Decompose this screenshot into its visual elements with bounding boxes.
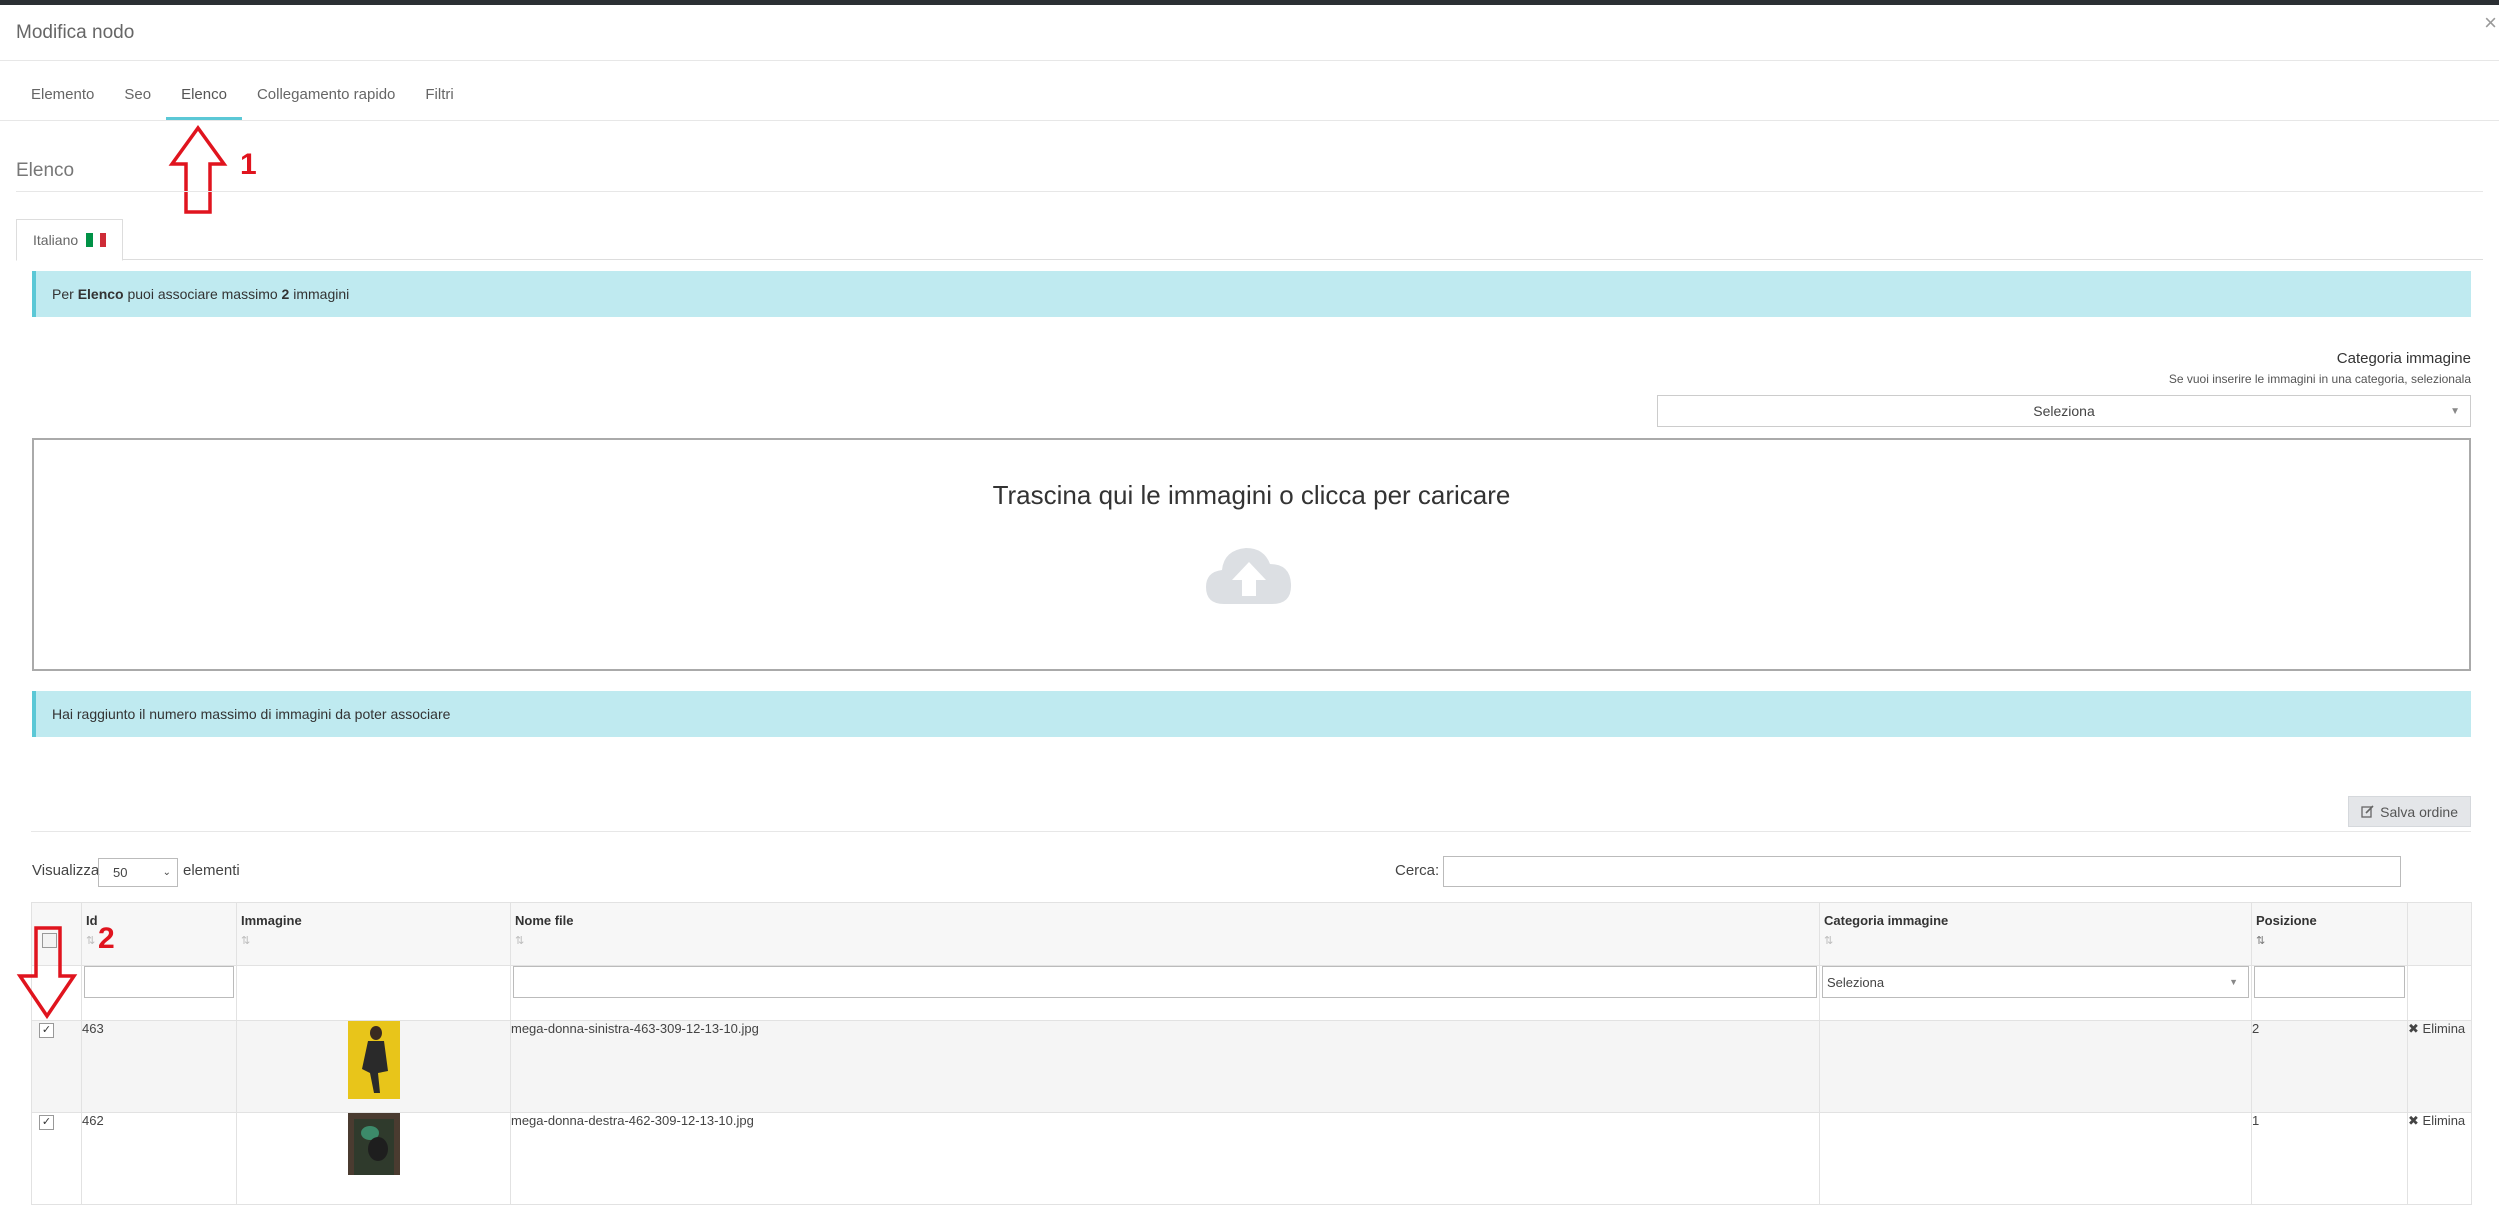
sort-icon: ⇅: [1824, 935, 1834, 947]
sort-asc-icon: ⇅: [2256, 935, 2266, 947]
page-size-value: 50: [113, 865, 128, 880]
upload-dropzone[interactable]: Trascina qui le immagini o clicca per ca…: [32, 438, 2471, 671]
alert-suffix: immagini: [289, 286, 350, 302]
filter-position-input[interactable]: [2254, 966, 2405, 998]
delete-button[interactable]: ✖ Elimina: [2408, 1113, 2465, 1128]
annotation-arrow-down-icon: [16, 926, 78, 1020]
lang-tabs-baseline: [16, 259, 2483, 260]
tab-elemento[interactable]: Elemento: [16, 60, 109, 120]
elements-label: elementi: [183, 862, 240, 879]
filter-filename-input[interactable]: [513, 966, 1817, 998]
filter-category-value: Seleziona: [1827, 974, 1885, 990]
image-thumbnail[interactable]: [347, 1021, 400, 1099]
column-label-categoria: Categoria immagine: [1824, 913, 1949, 928]
save-order-label: Salva ordine: [2380, 803, 2458, 820]
filter-cell: [2251, 965, 2408, 1021]
category-help-text: Se vuoi inserire le immagini in una cate…: [2168, 372, 2471, 386]
image-thumbnail[interactable]: [347, 1113, 400, 1175]
caret-down-icon: ▼: [2229, 977, 2238, 987]
edit-icon: [2361, 805, 2374, 818]
column-label-immagine: Immagine: [241, 913, 302, 928]
cell-category: [1819, 1020, 2252, 1113]
save-order-button[interactable]: Salva ordine: [2348, 796, 2471, 827]
images-table: Id ⇅ Immagine ⇅ Nome file ⇅ Categoria im…: [31, 902, 2472, 1205]
divider: [16, 191, 2483, 192]
alert-prefix: Per: [52, 286, 78, 302]
actions-header: [2407, 902, 2472, 966]
page-size-select[interactable]: 50 ⌄: [98, 858, 178, 887]
language-label: Italiano: [33, 232, 79, 248]
table-row[interactable]: ✓ 463 mega-donna-sinistra-463-309-12-13-…: [31, 1020, 2472, 1113]
sort-icon: ⇅: [241, 935, 251, 947]
show-label: Visualizza: [32, 862, 100, 879]
filter-row: Seleziona ▼: [31, 965, 2472, 1021]
category-select[interactable]: Seleziona ▼: [1657, 395, 2471, 427]
max-images-alert: Hai raggiunto il numero massimo di immag…: [32, 691, 2471, 737]
column-header-categoria[interactable]: Categoria immagine ⇅: [1819, 902, 2252, 966]
close-icon[interactable]: ×: [2484, 10, 2497, 36]
annotation-number-1: 1: [240, 148, 257, 181]
search-label: Cerca:: [1395, 862, 1440, 879]
language-tab-italiano[interactable]: Italiano: [16, 219, 124, 261]
divider: [31, 831, 2471, 832]
app-header-strip: [0, 0, 2499, 5]
column-header-posizione[interactable]: Posizione ⇅: [2251, 902, 2408, 966]
row-checkbox[interactable]: ✓: [39, 1115, 54, 1130]
alert-middle: puoi associare massimo: [123, 286, 282, 302]
header-row: Id ⇅ Immagine ⇅ Nome file ⇅ Categoria im…: [31, 902, 2472, 966]
close-icon: ✖: [2408, 1021, 2419, 1036]
row-checkbox[interactable]: ✓: [39, 1023, 54, 1038]
delete-label: Elimina: [2422, 1113, 2466, 1128]
column-label-nome-file: Nome file: [515, 913, 574, 928]
category-select-value: Seleziona: [2033, 403, 2095, 419]
cell-position: 2: [2251, 1020, 2408, 1113]
filter-cell: [2407, 965, 2472, 1021]
cell-filename: mega-donna-sinistra-463-309-12-13-10.jpg: [510, 1020, 1820, 1113]
tab-collegamento-rapido[interactable]: Collegamento rapido: [242, 60, 410, 120]
column-label-posizione: Posizione: [2256, 913, 2317, 928]
divider: [0, 120, 2499, 121]
tab-filtri[interactable]: Filtri: [410, 60, 468, 120]
search-input[interactable]: [1443, 856, 2401, 887]
dropzone-text: Trascina qui le immagini o clicca per ca…: [992, 480, 1511, 510]
alert-count: 2: [281, 286, 290, 302]
column-header-immagine[interactable]: Immagine ⇅: [236, 902, 511, 966]
cell-id: 463: [81, 1020, 237, 1113]
annotation-number-2: 2: [98, 922, 115, 955]
tab-bar: Elemento Seo Elenco Collegamento rapido …: [16, 60, 469, 120]
chevron-down-icon: ⌄: [162, 867, 171, 878]
delete-button[interactable]: ✖ Elimina: [2408, 1021, 2465, 1036]
category-label: Categoria immagine: [2336, 350, 2471, 367]
section-title: Elenco: [16, 160, 75, 181]
column-header-nome-file[interactable]: Nome file ⇅: [510, 902, 1820, 966]
info-alert: Per Elenco puoi associare massimo 2 imma…: [32, 271, 2471, 317]
modal-title: Modifica nodo: [16, 22, 135, 43]
italy-flag-icon: [86, 233, 107, 247]
cell-image: [236, 1020, 511, 1113]
caret-down-icon: ▼: [2450, 405, 2460, 417]
delete-label: Elimina: [2422, 1021, 2466, 1036]
filter-cell: [81, 965, 237, 1021]
filter-cell: [510, 965, 1820, 1021]
filter-cell: [236, 965, 511, 1021]
row-checkbox-cell: ✓: [31, 1020, 82, 1113]
tab-elenco[interactable]: Elenco: [166, 60, 242, 120]
cell-actions: ✖ Elimina: [2407, 1020, 2472, 1113]
max-alert-text: Hai raggiunto il numero massimo di immag…: [52, 706, 451, 722]
filter-cell: Seleziona ▼: [1819, 965, 2252, 1021]
filter-id-input[interactable]: [84, 966, 234, 998]
tab-seo[interactable]: Seo: [109, 60, 166, 120]
alert-name: Elenco: [77, 286, 124, 302]
annotation-arrow-up-icon: [168, 125, 228, 214]
close-icon: ✖: [2408, 1113, 2419, 1128]
cloud-upload-icon: [1206, 548, 1292, 604]
filter-category-select[interactable]: Seleziona ▼: [1822, 966, 2249, 998]
sort-icon: ⇅: [515, 935, 525, 947]
